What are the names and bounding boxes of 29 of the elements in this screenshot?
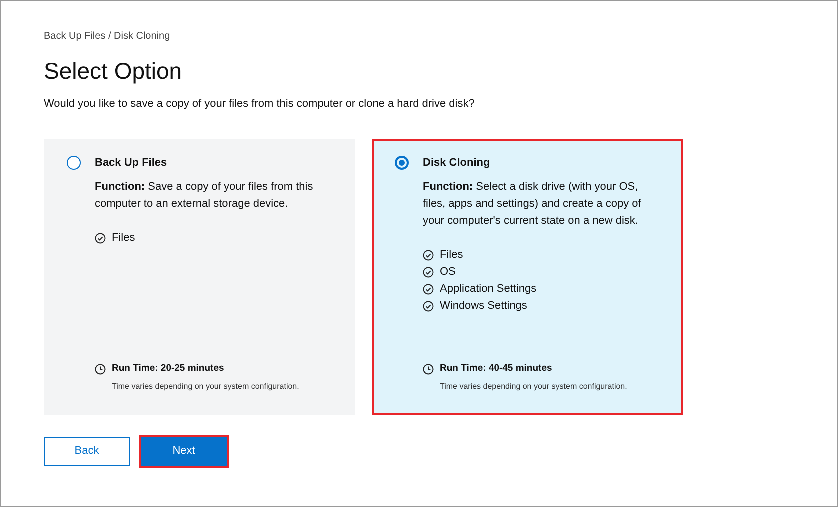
- feature-item: Application Settings: [440, 282, 537, 298]
- back-button[interactable]: Back: [44, 436, 130, 466]
- option-title: Disk Cloning: [423, 156, 490, 170]
- page-title: Select Option: [44, 57, 182, 86]
- function-description: Function: Save a copy of your files from this computer to an external storage device.: [95, 180, 314, 212]
- radio-button[interactable]: [67, 156, 81, 170]
- run-time: Run Time: 20-25 minutes: [112, 362, 224, 376]
- clock-icon: [95, 364, 106, 375]
- run-time: Run Time: 40-45 minutes: [440, 362, 552, 376]
- page-subtitle: Would you like to save a copy of your files from this computer or clone a hard drive disk?: [44, 97, 475, 112]
- option-title: Back Up Files: [95, 156, 168, 170]
- feature-item: Files: [440, 248, 464, 264]
- radio-button[interactable]: [395, 156, 409, 170]
- clock-icon: [423, 364, 434, 375]
- check-circle-icon: [423, 284, 434, 295]
- feature-item: Windows Settings: [440, 299, 528, 314]
- feature-item: Files: [112, 231, 136, 246]
- option-card[interactable]: Back Up Files Function: Save a copy of your files from this computer to an external storage device. Files Run Time: 20-25 minutes Time varies depending on your system configuration.: [44, 138, 355, 414]
- check-circle-icon: [95, 233, 106, 244]
- function-description: Function: Select a disk drive (with your OS, files, apps and settings) and create a copy of your computer's current state on a new disk.: [423, 180, 642, 229]
- feature-item: OS: [440, 265, 456, 280]
- option-card[interactable]: [372, 138, 683, 414]
- breadcrumb: Back Up Files / Disk Cloning: [44, 30, 170, 44]
- check-circle-icon: [423, 301, 434, 312]
- check-circle-icon: [423, 267, 434, 278]
- next-button[interactable]: Next: [141, 436, 227, 466]
- check-circle-icon: [423, 250, 434, 261]
- run-time-note: Time varies depending on your system configuration.: [439, 380, 628, 392]
- run-time-note: Time varies depending on your system configuration.: [111, 380, 300, 392]
